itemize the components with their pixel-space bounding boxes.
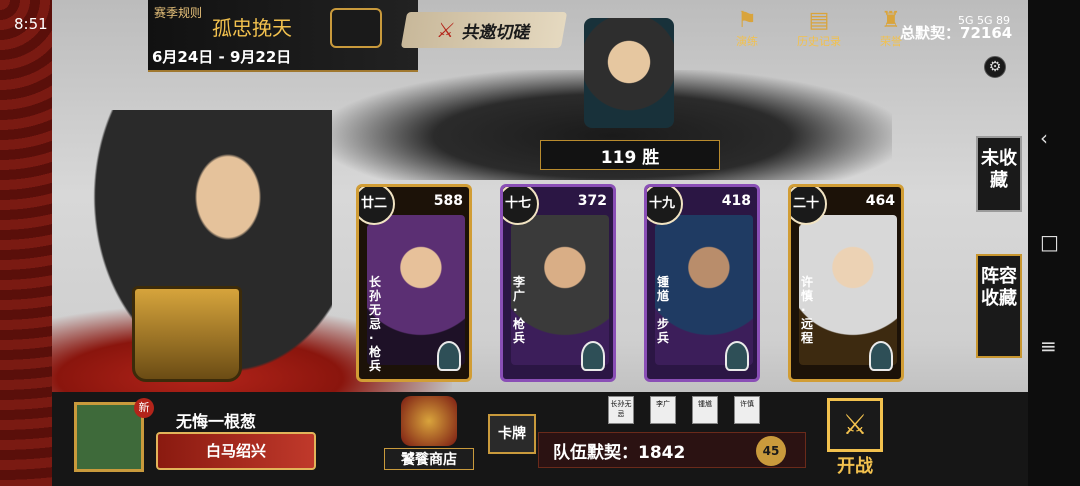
soldier-icon [581, 341, 605, 371]
crossed-swords-icon: ⚔ [827, 398, 883, 452]
card-name: 许慎·远程 [801, 275, 814, 345]
total-tacit-label: 总默契： [900, 24, 961, 42]
season-rules-button[interactable]: 赛季规则 [154, 6, 202, 21]
card-name: 锺馗·步兵 [657, 275, 670, 345]
drill-button[interactable]: ⚑ 演练 [720, 8, 774, 49]
season-title: 孤忠挽天 [212, 16, 292, 40]
drill-icon: ⚑ [737, 8, 757, 33]
opponent-avatar[interactable] [584, 18, 674, 128]
card-name: 长孙无忌·枪兵 [369, 275, 382, 373]
card-name: 李广·枪兵 [513, 275, 526, 345]
season-date-range: 6月24日 - 9月22日 [152, 48, 292, 66]
mini-general-chip[interactable]: 长孙无忌 [608, 396, 634, 424]
drill-label: 演练 [736, 35, 758, 48]
soldier-icon [869, 341, 893, 371]
crossed-swords-icon: ⚔ [434, 18, 458, 42]
team-tacit-level: 45 [756, 436, 786, 466]
left-bezel [0, 0, 52, 486]
general-card[interactable]: 十七 372 李广·枪兵 [500, 184, 616, 382]
game-stage: 赛季规则 孤忠挽天 6月24日 - 9月22日 ⚔ 共邀切磋 ⚑ 演练 ▤ 历史… [52, 0, 1028, 486]
player-title-badge[interactable]: 白马绍兴 [156, 432, 316, 470]
gear-icon[interactable]: ⚙ [984, 56, 1006, 78]
back-icon[interactable]: ‹ [1040, 126, 1048, 150]
shop-label: 饕餮商店 [384, 448, 474, 470]
bronze-cauldron-icon[interactable] [132, 286, 242, 382]
opponent-wins: 119 胜 [540, 140, 720, 170]
general-card[interactable]: 二十 464 许慎·远程 [788, 184, 904, 382]
taotie-shop-button[interactable]: 饕餮商店 [384, 396, 474, 476]
card-power: 464 [865, 193, 895, 209]
mini-general-label: 李广 [656, 400, 670, 408]
general-card[interactable]: 十九 418 锺馗·步兵 [644, 184, 760, 382]
card-power: 588 [433, 193, 463, 209]
cards-button[interactable]: 卡牌 [488, 414, 536, 454]
card-power: 418 [721, 193, 751, 209]
top-menu: ⚑ 演练 ▤ 历史记录 ♜ 荣誉 [720, 8, 918, 49]
new-badge: 新 [134, 398, 154, 418]
start-battle-button[interactable]: ⚔ 开战 [824, 398, 886, 478]
menu-icon[interactable]: ≡ [1040, 334, 1057, 358]
mini-general-label: 锺馗 [698, 400, 712, 408]
mini-general-chip[interactable]: 李广 [650, 396, 676, 424]
lineup-collection-tab[interactable]: 阵容收藏 [976, 254, 1022, 358]
invite-spar-label: 共邀切磋 [460, 22, 533, 43]
forge-icon[interactable] [330, 8, 382, 48]
honor-label: 荣誉 [880, 35, 902, 48]
lineup-mini-generals: 长孙无忌 李广 锺馗 许慎 [608, 396, 760, 424]
uncollected-tab[interactable]: 未收藏 [976, 136, 1022, 212]
soldier-icon [437, 341, 461, 371]
card-power: 372 [577, 193, 607, 209]
history-label: 历史记录 [797, 35, 841, 48]
player-avatar[interactable] [74, 402, 144, 472]
general-card[interactable]: 廿二 588 长孙无忌·枪兵 [356, 184, 472, 382]
player-name: 无悔一根葱 [176, 412, 257, 431]
history-button[interactable]: ▤ 历史记录 [792, 8, 846, 49]
mini-general-label: 许慎 [740, 400, 754, 408]
scroll-icon: ▤ [808, 8, 830, 33]
status-time: 8:51 [14, 15, 48, 33]
status-indicators: 5G 5G 89 [957, 14, 1010, 27]
home-icon[interactable]: □ [1040, 230, 1059, 254]
invite-spar-button[interactable]: ⚔ 共邀切磋 [400, 12, 568, 48]
soldier-icon [725, 341, 749, 371]
start-battle-label: 开战 [837, 456, 873, 477]
mini-general-label: 长孙无忌 [610, 400, 632, 418]
mini-general-chip[interactable]: 锺馗 [692, 396, 718, 424]
mini-general-chip[interactable]: 许慎 [734, 396, 760, 424]
taotie-mask-icon [401, 396, 457, 446]
